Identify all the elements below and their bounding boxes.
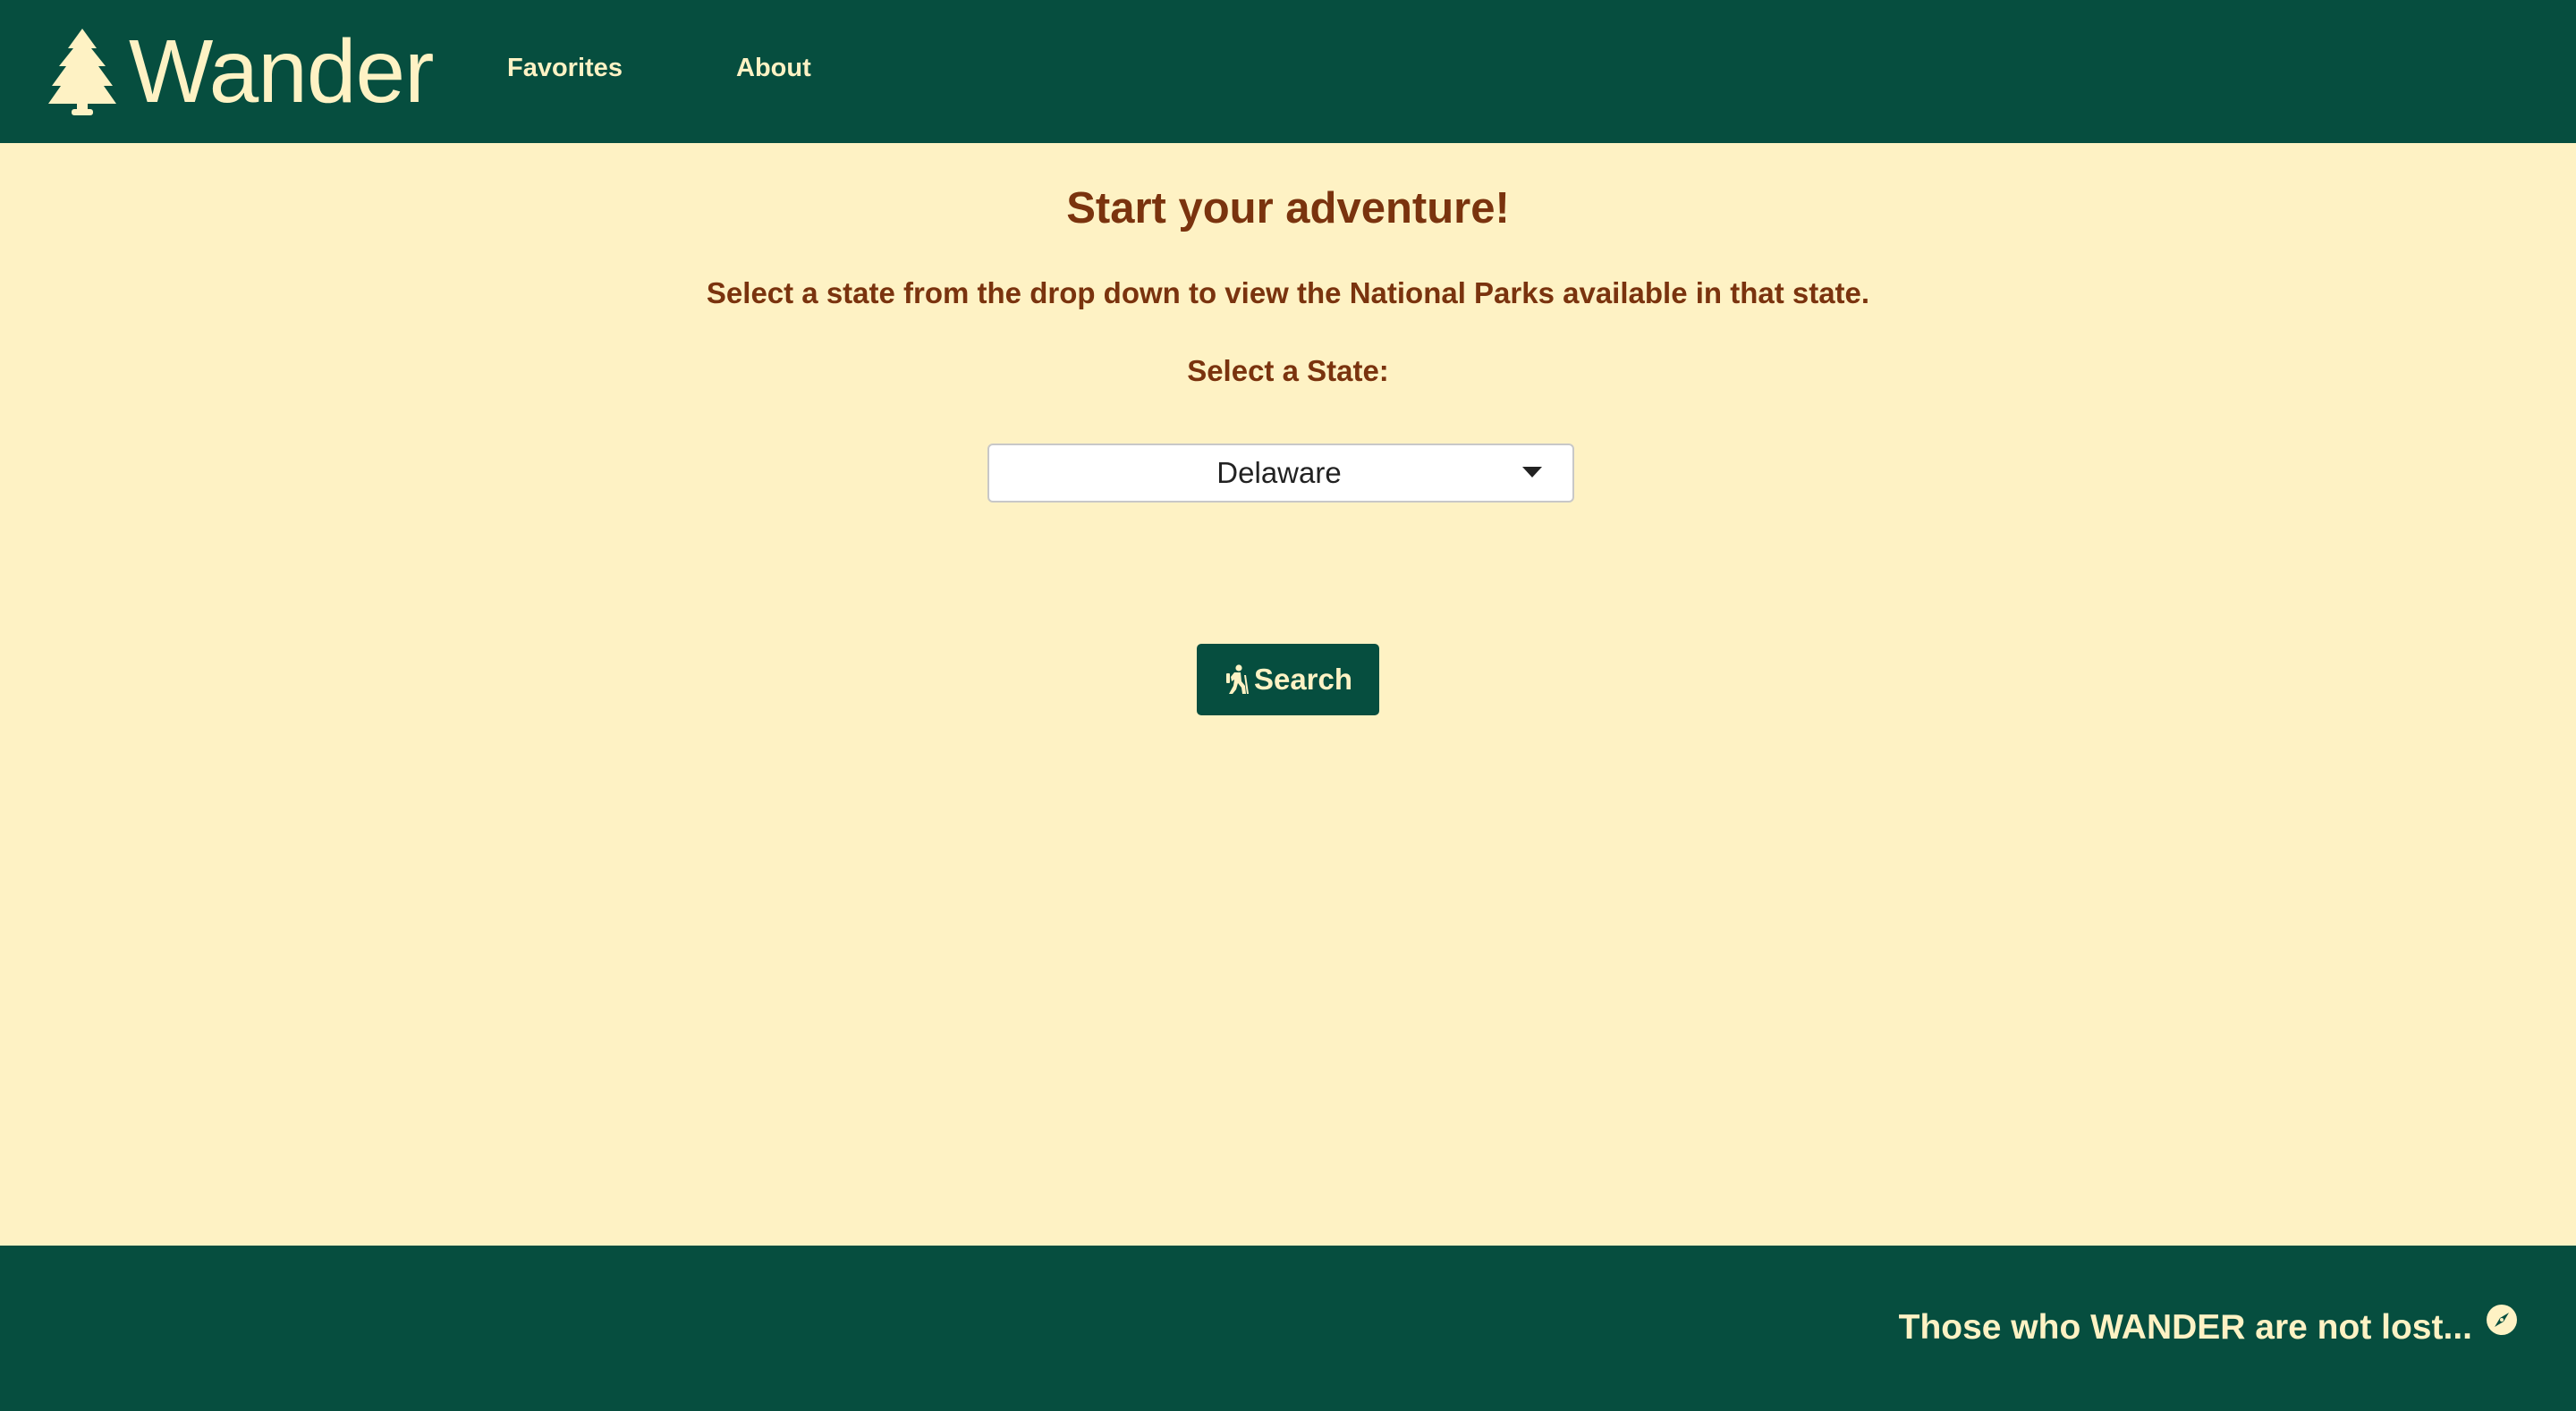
state-select[interactable]: Delaware <box>987 444 1574 503</box>
state-select-label: Select a State: <box>1187 354 1389 387</box>
state-select-value: Delaware <box>1216 456 1342 489</box>
tree-icon <box>48 29 116 115</box>
instructions-text: Select a state from the drop down to vie… <box>706 276 1870 309</box>
chevron-down-icon <box>1522 467 1542 477</box>
search-button[interactable]: Search <box>1197 644 1379 715</box>
footer: Those who WANDER are not lost... <box>0 1246 2576 1411</box>
nav-favorites-link[interactable]: Favorites <box>507 54 623 83</box>
brand-name: Wander <box>129 21 434 122</box>
compass-icon <box>2487 1305 2517 1335</box>
navbar: Wander Favorites About <box>0 0 2576 143</box>
hiking-icon <box>1225 664 1249 694</box>
search-button-label: Search <box>1253 663 1353 696</box>
main-content: Start your adventure! Select a state fro… <box>0 143 2576 1246</box>
page-title: Start your adventure! <box>1066 184 1510 232</box>
brand-logo[interactable]: Wander <box>48 21 434 122</box>
footer-tagline: Those who WANDER are not lost... <box>1898 1308 2472 1347</box>
nav-about-link[interactable]: About <box>736 54 811 83</box>
